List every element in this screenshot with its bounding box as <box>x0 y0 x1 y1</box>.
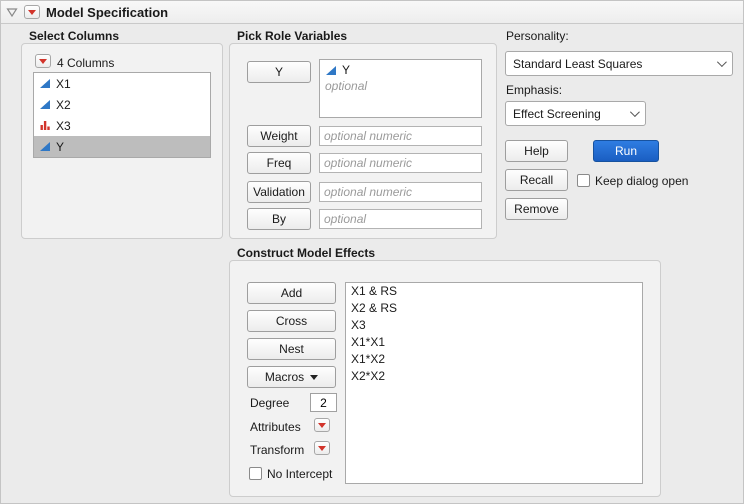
continuous-column-icon <box>39 99 51 110</box>
column-label: Y <box>56 140 64 154</box>
y-role-placeholder: optional <box>320 77 481 95</box>
continuous-column-icon <box>325 65 337 76</box>
remove-button[interactable]: Remove <box>505 198 568 220</box>
column-item-x2[interactable]: X2 <box>34 94 210 115</box>
column-item-y[interactable]: Y <box>34 136 210 157</box>
nest-button[interactable]: Nest <box>247 338 336 360</box>
column-label: X1 <box>56 77 71 91</box>
degree-input[interactable] <box>310 393 337 412</box>
caret-down-icon <box>310 375 318 380</box>
columns-listbox: X1 X2 X3 Y <box>33 72 211 158</box>
validation-role-button[interactable]: Validation <box>247 181 311 203</box>
pick-roles-label: Pick Role Variables <box>237 29 347 43</box>
effect-item[interactable]: X1*X1 <box>346 334 642 351</box>
y-role-button[interactable]: Y <box>247 61 311 83</box>
red-triangle-glyph <box>39 59 47 64</box>
validation-role-field[interactable] <box>319 182 482 202</box>
nominal-column-icon <box>39 120 51 131</box>
continuous-column-icon <box>39 141 51 152</box>
keep-dialog-open-checkbox[interactable] <box>577 174 590 187</box>
effect-item[interactable]: X2*X2 <box>346 368 642 385</box>
red-triangle-glyph <box>28 10 36 15</box>
effect-item[interactable]: X1*X2 <box>346 351 642 368</box>
columns-red-triangle-menu-icon[interactable] <box>35 54 51 68</box>
red-triangle-glyph <box>318 446 326 451</box>
weight-role-button[interactable]: Weight <box>247 125 311 147</box>
effect-item[interactable]: X2 & RS <box>346 300 642 317</box>
macros-label: Macros <box>265 370 304 384</box>
freq-role-field[interactable] <box>319 153 482 173</box>
y-role-box[interactable]: Y optional <box>319 59 482 118</box>
effect-item[interactable]: X3 <box>346 317 642 334</box>
model-specification-dialog: Model Specification Select Columns 4 Col… <box>0 0 744 504</box>
disclosure-triangle-icon[interactable] <box>6 6 18 18</box>
y-role-value: Y <box>342 63 350 77</box>
emphasis-value: Effect Screening <box>513 107 601 121</box>
personality-value: Standard Least Squares <box>513 57 642 71</box>
construct-effects-label: Construct Model Effects <box>237 246 375 260</box>
red-triangle-menu-icon[interactable] <box>24 5 40 19</box>
no-intercept-label[interactable]: No Intercept <box>267 467 332 481</box>
attributes-label: Attributes <box>250 420 301 434</box>
transform-red-triangle-menu-icon[interactable] <box>314 441 330 455</box>
macros-button[interactable]: Macros <box>247 366 336 388</box>
y-role-item[interactable]: Y <box>320 60 481 77</box>
by-role-button[interactable]: By <box>247 208 311 230</box>
cross-button[interactable]: Cross <box>247 310 336 332</box>
effects-listbox: X1 & RS X2 & RS X3 X1*X1 X1*X2 X2*X2 <box>345 282 643 484</box>
select-columns-label: Select Columns <box>29 29 119 43</box>
weight-role-field[interactable] <box>319 126 482 146</box>
no-intercept-checkbox[interactable] <box>249 467 262 480</box>
title-bar: Model Specification <box>1 1 743 24</box>
run-button[interactable]: Run <box>593 140 659 162</box>
keep-dialog-open-label[interactable]: Keep dialog open <box>595 174 688 188</box>
column-item-x1[interactable]: X1 <box>34 73 210 94</box>
columns-count-label: 4 Columns <box>57 56 114 70</box>
page-title: Model Specification <box>46 5 168 20</box>
effect-item[interactable]: X1 & RS <box>346 283 642 300</box>
transform-label: Transform <box>250 443 304 457</box>
column-label: X3 <box>56 119 71 133</box>
attributes-red-triangle-menu-icon[interactable] <box>314 418 330 432</box>
emphasis-dropdown[interactable]: Effect Screening <box>505 101 646 126</box>
column-item-x3[interactable]: X3 <box>34 115 210 136</box>
degree-label: Degree <box>250 396 289 410</box>
by-role-field[interactable] <box>319 209 482 229</box>
chevron-down-icon <box>717 57 727 67</box>
red-triangle-glyph <box>318 423 326 428</box>
recall-button[interactable]: Recall <box>505 169 568 191</box>
emphasis-label: Emphasis: <box>506 83 562 97</box>
continuous-column-icon <box>39 78 51 89</box>
freq-role-button[interactable]: Freq <box>247 152 311 174</box>
add-button[interactable]: Add <box>247 282 336 304</box>
help-button[interactable]: Help <box>505 140 568 162</box>
personality-label: Personality: <box>506 29 569 43</box>
chevron-down-icon <box>630 107 640 117</box>
personality-dropdown[interactable]: Standard Least Squares <box>505 51 733 76</box>
column-label: X2 <box>56 98 71 112</box>
